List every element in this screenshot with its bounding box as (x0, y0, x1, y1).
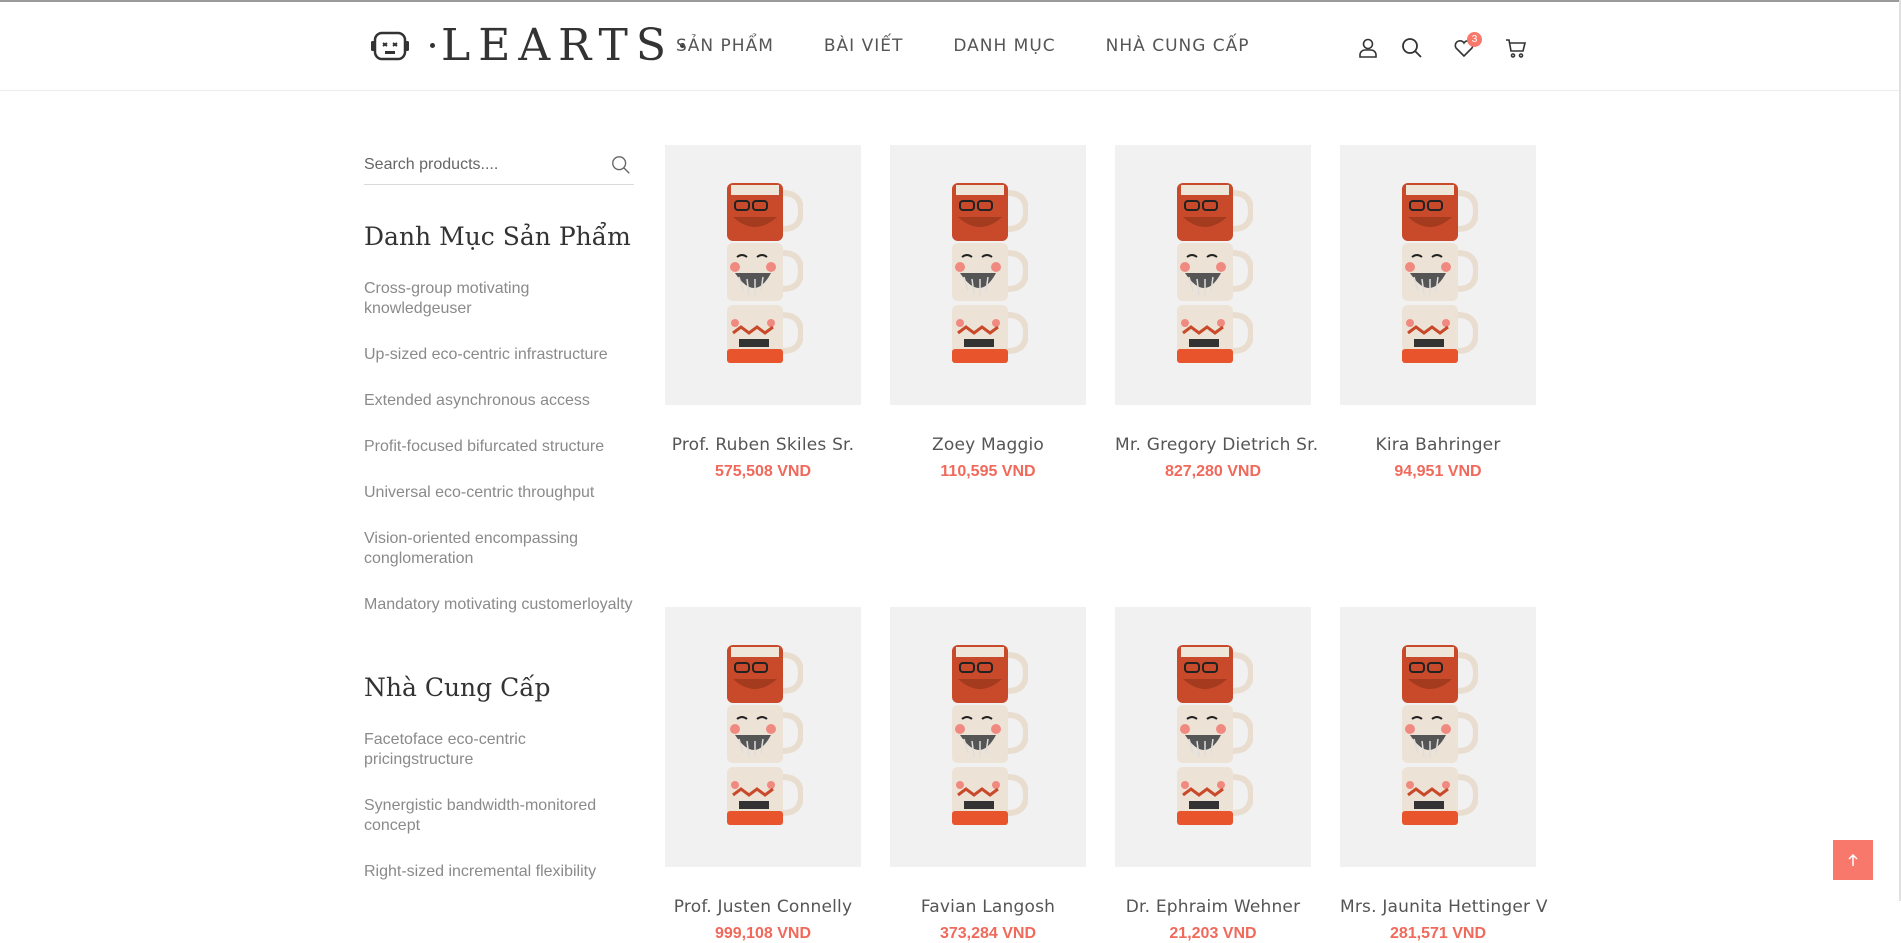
stacked-mugs-image (952, 645, 1028, 825)
search-icon[interactable] (1400, 36, 1424, 60)
categories-title: Danh Mục Sản Phẩm (364, 222, 631, 251)
product-image[interactable] (1115, 145, 1311, 405)
product-name[interactable]: Dr. Ephraim Wehner (1115, 897, 1311, 917)
category-item[interactable]: Universal eco-centric throughput (364, 483, 634, 503)
product-search (364, 150, 634, 185)
logo-dot-left (430, 42, 435, 48)
category-item[interactable]: Extended asynchronous access (364, 391, 634, 411)
product-image[interactable] (665, 607, 861, 867)
product-card[interactable]: Kira Bahringer 94,951 VND (1340, 145, 1536, 481)
arrow-up-icon (1848, 853, 1858, 866)
product-card[interactable]: Prof. Ruben Skiles Sr. 575,508 VND (665, 145, 861, 481)
product-price: 281,571 VND (1389, 925, 1487, 942)
product-price: 575,508 VND (714, 463, 812, 480)
product-grid: Prof. Ruben Skiles Sr. 575,508 VND Zoey … (665, 145, 1547, 943)
supplier-item[interactable]: Facetoface eco-centric pricingstructure (364, 730, 634, 770)
supplier-item[interactable]: Right-sized incremental flexibility (364, 862, 634, 882)
category-item[interactable]: Profit-focused bifurcated structure (364, 437, 634, 457)
nav-danh-muc[interactable]: DANH MỤC (953, 36, 1055, 56)
stacked-mugs-image (727, 183, 803, 363)
product-image[interactable] (1340, 145, 1536, 405)
heart-icon[interactable]: 3 (1452, 32, 1482, 60)
product-price: 999,108 VND (714, 925, 812, 942)
stacked-mugs-image (727, 645, 803, 825)
nav-san-pham[interactable]: SẢN PHẨM (676, 36, 774, 56)
back-to-top-button[interactable] (1833, 840, 1873, 880)
logo[interactable]: LEARTS (370, 19, 691, 71)
header-icons: 3 (1356, 32, 1528, 60)
product-name[interactable]: Zoey Maggio (890, 435, 1086, 455)
product-name[interactable]: Kira Bahringer (1340, 435, 1536, 455)
search-input[interactable] (364, 150, 594, 180)
product-card[interactable]: Dr. Ephraim Wehner 21,203 VND (1115, 607, 1311, 943)
product-image[interactable] (890, 607, 1086, 867)
logo-text: LEARTS (441, 19, 674, 71)
product-price: 110,595 VND (940, 463, 1036, 480)
product-name[interactable]: Mr. Gregory Dietrich Sr. (1115, 435, 1318, 455)
product-price: 94,951 VND (1394, 463, 1482, 480)
stacked-mugs-image (1177, 183, 1253, 363)
supplier-item[interactable]: Synergistic bandwidth-monitored concept (364, 796, 634, 836)
search-icon (612, 156, 630, 174)
product-image[interactable] (890, 145, 1086, 405)
product-price: 827,280 VND (1164, 463, 1262, 480)
search-button[interactable] (610, 154, 632, 176)
product-card[interactable]: Prof. Justen Connelly 999,108 VND (665, 607, 861, 943)
stacked-mugs-image (952, 183, 1028, 363)
product-card[interactable]: Zoey Maggio 110,595 VND (890, 145, 1086, 481)
nav-nha-cung-cap[interactable]: NHÀ CUNG CẤP (1106, 36, 1250, 56)
product-name[interactable]: Favian Langosh (890, 897, 1086, 917)
product-image[interactable] (1115, 607, 1311, 867)
product-image[interactable] (1340, 607, 1536, 867)
robot-logo-icon (371, 31, 409, 61)
product-card[interactable]: Favian Langosh 373,284 VND (890, 607, 1086, 943)
wishlist-count-badge: 3 (1467, 32, 1482, 47)
category-item[interactable]: Up-sized eco-centric infrastructure (364, 345, 634, 365)
product-card[interactable]: Mr. Gregory Dietrich Sr. 827,280 VND (1115, 145, 1318, 481)
product-price: 373,284 VND (939, 925, 1037, 942)
product-name[interactable]: Mrs. Jaunita Hettinger V (1340, 897, 1547, 917)
cart-icon[interactable] (1504, 36, 1528, 60)
supplier-list: Facetoface eco-centric pricingstructure … (364, 730, 634, 908)
product-name[interactable]: Prof. Ruben Skiles Sr. (665, 435, 861, 455)
user-icon[interactable] (1356, 36, 1380, 60)
main-nav: SẢN PHẨM BÀI VIẾT DANH MỤC NHÀ CUNG CẤP (676, 36, 1250, 56)
product-name[interactable]: Prof. Justen Connelly (665, 897, 861, 917)
site-header: LEARTS SẢN PHẨM BÀI VIẾT DANH MỤC NHÀ CU… (0, 2, 1901, 91)
nav-bai-viet[interactable]: BÀI VIẾT (824, 36, 903, 56)
stacked-mugs-image (1177, 645, 1253, 825)
stacked-mugs-image (1402, 183, 1478, 363)
suppliers-title: Nhà Cung Cấp (364, 673, 551, 702)
category-item[interactable]: Cross-group motivating knowledgeuser (364, 279, 634, 319)
category-item[interactable]: Vision-oriented encompassing conglomerat… (364, 529, 634, 569)
category-list: Cross-group motivating knowledgeuser Up-… (364, 279, 634, 641)
product-card[interactable]: Mrs. Jaunita Hettinger V 281,571 VND (1340, 607, 1547, 943)
product-image[interactable] (665, 145, 861, 405)
category-item[interactable]: Mandatory motivating customerloyalty (364, 595, 634, 615)
stacked-mugs-image (1402, 645, 1478, 825)
product-price: 21,203 VND (1169, 925, 1257, 942)
